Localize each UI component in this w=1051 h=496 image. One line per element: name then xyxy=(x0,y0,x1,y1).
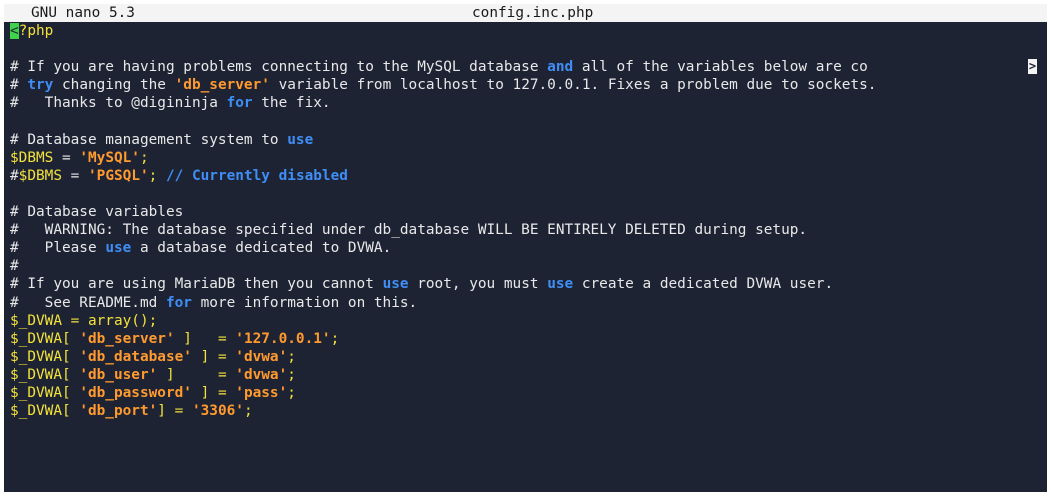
code-line[interactable]: $_DVWA[ 'db_server' ] = '127.0.0.1'; xyxy=(4,330,1047,348)
code-token: # xyxy=(10,258,19,275)
code-token: 'db_user' xyxy=(79,366,158,383)
code-line[interactable]: $_DVWA[ 'db_password' ] = 'pass'; xyxy=(4,384,1047,402)
code-token: $_DVWA = array(); xyxy=(10,312,158,329)
code-token: # Thanks to @digininja xyxy=(10,95,227,112)
code-token: $_DVWA[ xyxy=(10,384,80,401)
code-token: # Database management system to xyxy=(10,131,288,148)
code-token: ; xyxy=(287,366,296,383)
code-line[interactable]: $_DVWA = array(); xyxy=(4,312,1047,330)
code-line[interactable]: # See README.md for more information on … xyxy=(4,294,1047,312)
code-token: the fix. xyxy=(252,95,331,112)
code-token: ] = xyxy=(191,348,236,365)
file-name: config.inc.php xyxy=(472,5,594,21)
editor-name: GNU nano 5.3 xyxy=(31,5,135,21)
terminal-window[interactable]: GNU nano 5.3 config.inc.php <?php # If yo… xyxy=(4,4,1047,492)
line-overflow-marker: > xyxy=(1028,59,1037,75)
code-line[interactable]: # xyxy=(4,257,1047,275)
code-token: for xyxy=(226,95,253,112)
code-token: 'MySQL' xyxy=(79,149,140,166)
code-token: ; xyxy=(139,149,149,166)
code-line[interactable]: $_DVWA[ 'db_database' ] = 'dvwa'; xyxy=(4,348,1047,366)
code-token: 'db_port' xyxy=(79,403,158,420)
code-token: ] = xyxy=(191,384,236,401)
code-token: = xyxy=(62,167,88,184)
code-token: 'PGSQL' xyxy=(88,167,149,184)
code-line[interactable]: # WARNING: The database specified under … xyxy=(4,221,1047,239)
code-token: use xyxy=(105,240,132,257)
code-token: '3306' xyxy=(191,403,244,420)
code-token: a database dedicated to DVWA. xyxy=(131,240,392,257)
code-token: ; xyxy=(243,403,253,420)
code-token: ; xyxy=(330,330,340,347)
code-token: $DBMS xyxy=(10,149,54,166)
code-token: for xyxy=(165,294,192,311)
code-token: ?php xyxy=(18,23,54,40)
code-line[interactable] xyxy=(4,185,1047,203)
code-token: 'db_password' xyxy=(79,384,192,401)
code-token: # xyxy=(10,77,28,94)
code-line[interactable]: $_DVWA[ 'db_port'] = '3306'; xyxy=(4,402,1047,420)
code-token: use xyxy=(287,131,314,148)
code-token: changing the xyxy=(53,77,175,94)
editor-buffer[interactable]: <?php # If you are having problems connec… xyxy=(4,22,1047,420)
code-token: 'dvwa' xyxy=(235,366,288,383)
code-token: $_DVWA[ xyxy=(10,366,80,383)
code-token: 'db_server' xyxy=(79,330,175,347)
code-token: $_DVWA[ xyxy=(10,330,80,347)
code-token: '127.0.0.1' xyxy=(235,330,331,347)
code-line[interactable]: # try changing the 'db_server' variable … xyxy=(4,76,1047,94)
code-line[interactable]: # If you are using MariaDB then you cann… xyxy=(4,275,1047,293)
code-token: 'pass' xyxy=(235,384,288,401)
code-token: ; xyxy=(148,167,166,184)
code-line[interactable]: <?php xyxy=(4,22,1047,40)
code-token: # Please xyxy=(10,240,106,257)
code-line[interactable]: $DBMS = 'MySQL'; xyxy=(4,149,1047,167)
code-token: use xyxy=(547,276,574,293)
code-token: # If you are having problems connecting … xyxy=(10,59,548,76)
code-token: all of the variables below are co xyxy=(573,59,868,76)
code-line[interactable]: #$DBMS = 'PGSQL'; // Currently disabled xyxy=(4,167,1047,185)
code-line[interactable]: # Database variables xyxy=(4,203,1047,221)
code-token: $DBMS xyxy=(18,167,62,184)
code-token: 'db_server' xyxy=(174,77,270,94)
code-line[interactable]: # Database management system to use xyxy=(4,131,1047,149)
text-cursor: < xyxy=(10,23,19,40)
code-token: ] = xyxy=(157,366,236,383)
code-line[interactable]: # If you are having problems connecting … xyxy=(4,58,1047,76)
code-token: 'db_database' xyxy=(79,348,192,365)
code-token: ] = xyxy=(174,330,236,347)
code-line[interactable]: $_DVWA[ 'db_user' ] = 'dvwa'; xyxy=(4,366,1047,384)
code-line[interactable]: # Thanks to @digininja for the fix. xyxy=(4,94,1047,112)
code-token: ; xyxy=(287,348,296,365)
code-token: variable from localhost to 127.0.0.1. Fi… xyxy=(269,77,877,94)
code-token: // Currently disabled xyxy=(165,167,348,184)
code-token: try xyxy=(27,77,54,94)
code-line[interactable] xyxy=(4,40,1047,58)
code-token: ] = xyxy=(157,403,192,420)
code-token: = xyxy=(53,149,80,166)
code-token: # See README.md xyxy=(10,294,166,311)
code-token: 'dvwa' xyxy=(235,348,288,365)
code-token: # WARNING: The database specified under … xyxy=(10,222,808,239)
code-token: $_DVWA[ xyxy=(10,403,80,420)
code-token: ; xyxy=(287,384,296,401)
code-token: $_DVWA[ xyxy=(10,348,80,365)
nano-titlebar: GNU nano 5.3 config.inc.php xyxy=(4,4,1047,23)
code-token: # Database variables xyxy=(10,204,184,221)
code-token: create a dedicated DVWA user. xyxy=(573,276,834,293)
code-line[interactable]: # Please use a database dedicated to DVW… xyxy=(4,239,1047,257)
code-token: root, you must xyxy=(408,276,548,293)
code-token: and xyxy=(547,59,574,76)
code-token: more information on this. xyxy=(191,294,418,311)
code-token: # xyxy=(10,167,19,184)
code-token: use xyxy=(382,276,409,293)
code-line[interactable] xyxy=(4,113,1047,131)
code-token: # If you are using MariaDB then you cann… xyxy=(10,276,383,293)
